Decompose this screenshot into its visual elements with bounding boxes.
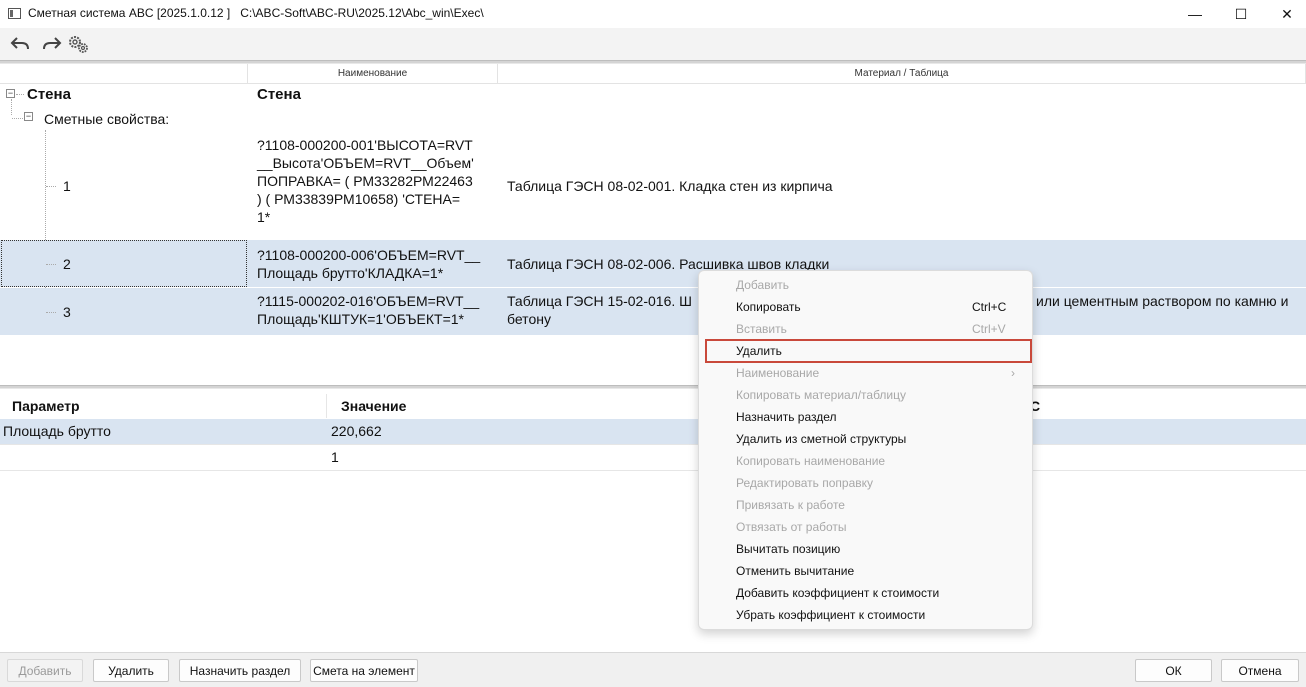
tree-row-item-1[interactable]: 1 ?1108-000200-001'ВЫСОТА=RVT __Высота'О… [0,136,1306,238]
redo-button[interactable] [40,32,64,56]
close-icon: ✕ [1281,5,1293,22]
menu-item-edit-correction[interactable]: Редактировать поправку [699,472,1032,494]
column-header-material[interactable]: Материал / Таблица [498,64,1306,84]
item-name: ?1115-000202-016'ОБЪЕМ=RVT__ Площадь'КШТ… [257,293,480,327]
estimate-for-element-button[interactable]: Смета на элемент [310,659,418,682]
tree-group-label: Сметные свойства: [44,111,170,127]
menu-item-cancel-subtraction[interactable]: Отменить вычитание [699,560,1032,582]
tree-root-name: Стена [257,86,301,103]
splitter-middle[interactable] [0,385,1306,389]
title-bar: Сметная система ABC [2025.1.0.12 ] C:\AB… [0,0,1306,28]
menu-item-name-submenu[interactable]: Наименование › [699,362,1032,384]
tree-connector [16,94,24,95]
ok-button[interactable]: ОК [1135,659,1212,682]
item-number: 1 [63,178,71,194]
tree-connector [46,312,56,313]
assign-section-button[interactable]: Назначить раздел [179,659,301,682]
item-name: ?1108-000200-006'ОБЪЕМ=RVT__ Площадь бру… [257,247,481,281]
close-window-button[interactable]: ✕ [1264,0,1306,28]
settings-button[interactable] [66,32,90,56]
tree-connector [12,118,23,119]
tree-row-root[interactable]: − Стена Стена [0,84,1306,108]
param-header[interactable]: Параметр [0,394,327,418]
undo-icon [10,37,29,50]
param-name: Площадь брутто [3,423,111,439]
minimize-button[interactable]: — [1172,0,1218,28]
value-header[interactable]: Значение [327,394,700,418]
tree-row-item-3[interactable]: 3 ?1115-000202-016'ОБЪЕМ=RVT__ Площадь'К… [0,288,1306,335]
menu-item-copy[interactable]: Копировать Ctrl+C [699,296,1032,318]
item-material-tail: или цементным раствором по камню и [1036,293,1289,309]
column-header-name[interactable]: Наименование [248,64,498,84]
add-button[interactable]: Добавить [7,659,83,682]
menu-item-link-to-work[interactable]: Привязать к работе [699,494,1032,516]
collapse-icon[interactable]: − [24,112,33,121]
minimize-icon: — [1188,6,1202,22]
item-number: 3 [63,304,71,320]
app-icon [8,8,21,19]
item-name: ?1108-000200-001'ВЫСОТА=RVT __Высота'ОБЪ… [257,137,474,225]
menu-item-remove-cost-coefficient[interactable]: Убрать коэффициент к стоимости [699,604,1032,626]
menu-item-add[interactable]: Добавить [699,274,1032,296]
tree-header-blank [0,64,248,84]
toolbar [0,28,1306,60]
menu-item-paste[interactable]: Вставить Ctrl+V [699,318,1032,340]
menu-item-unlink-from-work[interactable]: Отвязать от работы [699,516,1032,538]
bottom-bar: Добавить Удалить Назначить раздел Смета … [0,652,1306,687]
menu-item-copy-material[interactable]: Копировать материал/таблицу [699,384,1032,406]
item-material: Таблица ГЭСН 08-02-001. Кладка стен из к… [507,178,833,194]
tree-row-group[interactable]: − Сметные свойства: [0,108,1306,130]
delete-button[interactable]: Удалить [93,659,169,682]
undo-button[interactable] [8,32,32,56]
tree-connector [46,264,56,265]
cancel-button[interactable]: Отмена [1221,659,1299,682]
menu-item-copy-name[interactable]: Копировать наименование [699,450,1032,472]
menu-item-subtract-position[interactable]: Вычитать позицию [699,538,1032,560]
gears-icon [69,36,88,53]
focus-rect [1,240,247,287]
maximize-button[interactable]: ☐ [1218,0,1264,28]
tree-connector [46,186,56,187]
menu-item-assign-section[interactable]: Назначить раздел [699,406,1032,428]
item-material: Таблица ГЭСН 15-02-016. Ш бетону [507,293,692,327]
collapse-icon[interactable]: − [6,89,15,98]
redo-icon [43,37,62,50]
param-row[interactable]: 1 [0,445,1306,471]
context-menu: Добавить Копировать Ctrl+C Вставить Ctrl+V… [698,270,1033,630]
third-header[interactable]: С [1030,394,1306,418]
param-value[interactable]: 220,662 [331,423,382,439]
menu-item-remove-from-structure[interactable]: Удалить из сметной структуры [699,428,1032,450]
delete-highlight-box [705,339,1032,363]
menu-item-add-cost-coefficient[interactable]: Добавить коэффициент к стоимости [699,582,1032,604]
tree-root-label: Стена [27,86,71,103]
chevron-right-icon: › [1011,366,1015,380]
param-value[interactable]: 1 [331,449,339,465]
param-row[interactable]: Площадь брутто 220,662 [0,419,1306,445]
maximize-icon: ☐ [1234,5,1248,22]
window-title: Сметная система ABC [2025.1.0.12 ] C:\AB… [28,6,484,20]
